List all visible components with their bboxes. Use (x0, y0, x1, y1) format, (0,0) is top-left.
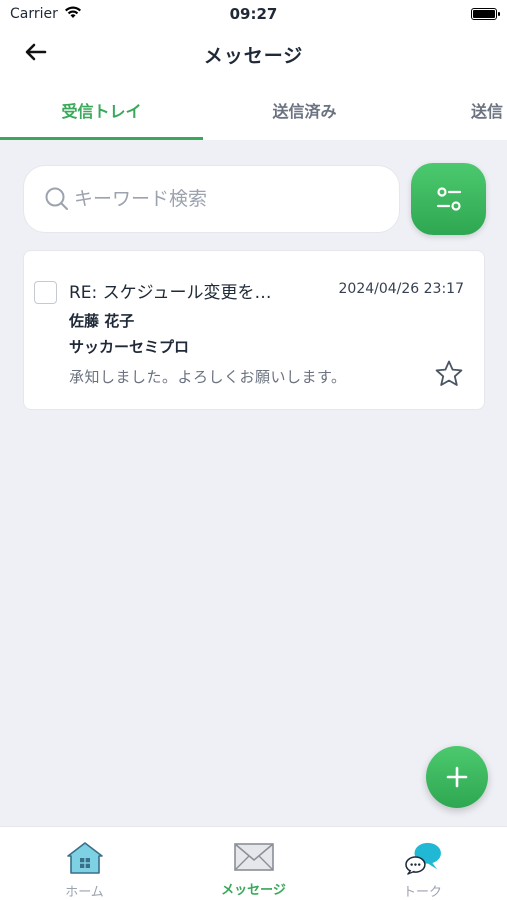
envelope-icon (233, 843, 274, 871)
search-icon (45, 187, 68, 210)
nav-bar: メッセージ (0, 28, 507, 80)
tab-sent[interactable]: 送信済み (203, 80, 406, 140)
status-bar: Carrier 09:27 (0, 0, 507, 28)
search-input[interactable] (74, 188, 374, 210)
star-button[interactable] (434, 359, 464, 389)
page-title: メッセージ (203, 44, 304, 67)
home-icon (66, 842, 103, 874)
arrow-left-icon (25, 43, 47, 61)
search-row (23, 163, 488, 235)
wifi-icon (64, 5, 82, 23)
message-organization: サッカーセミプロ (69, 338, 190, 356)
star-outline-icon (435, 360, 463, 386)
tab-drafts[interactable]: 送信 (406, 80, 507, 140)
message-date: 2024/04/26 23:17 (338, 281, 465, 297)
bottom-tab-home-label: ホーム (65, 885, 104, 900)
bottom-tab-bar: ホーム メッセージ トーク (0, 826, 507, 900)
message-checkbox[interactable] (34, 281, 57, 304)
tab-inbox[interactable]: 受信トレイ (0, 80, 203, 140)
bottom-tab-talk-label: トーク (402, 885, 442, 900)
message-subject: RE: スケジュール変更を… (69, 283, 272, 303)
back-button[interactable] (20, 38, 52, 66)
filter-button[interactable] (411, 163, 486, 235)
search-box (23, 165, 400, 233)
tab-bar: 受信トレイ 送信済み 送信 (0, 80, 507, 140)
message-list-item[interactable]: RE: スケジュール変更を… 2024/04/26 23:17 佐藤 花子 サッ… (23, 250, 485, 410)
bottom-tab-home[interactable]: ホーム (0, 827, 169, 900)
battery-icon (471, 8, 500, 20)
bottom-tab-messages-label: メッセージ (221, 883, 286, 898)
message-preview: 承知しました。よろしくお願いします。 (69, 368, 347, 386)
chat-bubbles-icon (404, 842, 441, 875)
status-left: Carrier (10, 5, 82, 23)
message-sender: 佐藤 花子 (69, 312, 135, 330)
compose-fab-button[interactable] (426, 746, 488, 808)
carrier-label: Carrier (10, 6, 58, 22)
bottom-tab-talk[interactable]: トーク (338, 827, 507, 900)
plus-icon (446, 766, 468, 788)
bottom-tab-messages[interactable]: メッセージ (169, 827, 338, 900)
filter-settings-icon (436, 187, 461, 211)
